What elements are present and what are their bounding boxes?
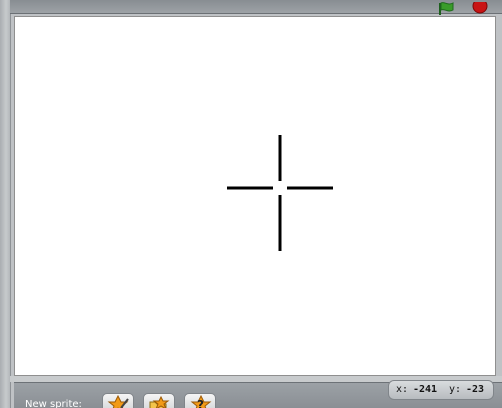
crosshair-icon (227, 135, 333, 251)
paint-new-sprite-button[interactable] (102, 393, 134, 408)
stage-toolbar (10, 0, 502, 15)
folder-sprite-icon (149, 395, 170, 408)
stop-icon (472, 0, 488, 14)
paint-sprite-icon (107, 394, 129, 408)
green-flag-button[interactable] (434, 0, 458, 15)
choose-sprite-from-file-button[interactable] (143, 393, 175, 408)
mouse-coordinates-readout: x: -241 y: -23 (388, 380, 494, 400)
random-sprite-button[interactable]: ? (184, 393, 216, 408)
left-pane-edge[interactable] (0, 0, 11, 408)
y-coordinate-label: y: (449, 384, 462, 395)
y-coordinate-value: -23 (466, 384, 485, 395)
stop-button[interactable] (470, 0, 490, 14)
green-flag-icon (439, 2, 454, 15)
question-mark-sprite-icon: ? (190, 394, 212, 408)
svg-text:?: ? (197, 398, 204, 408)
scratch-stage-window: New sprite: ? x: -241 y: -23 (0, 0, 502, 408)
stage-canvas[interactable] (14, 16, 496, 376)
x-coordinate-label: x: (396, 384, 409, 395)
x-coordinate-value: -241 (413, 384, 438, 395)
new-sprite-label: New sprite: (25, 399, 82, 408)
